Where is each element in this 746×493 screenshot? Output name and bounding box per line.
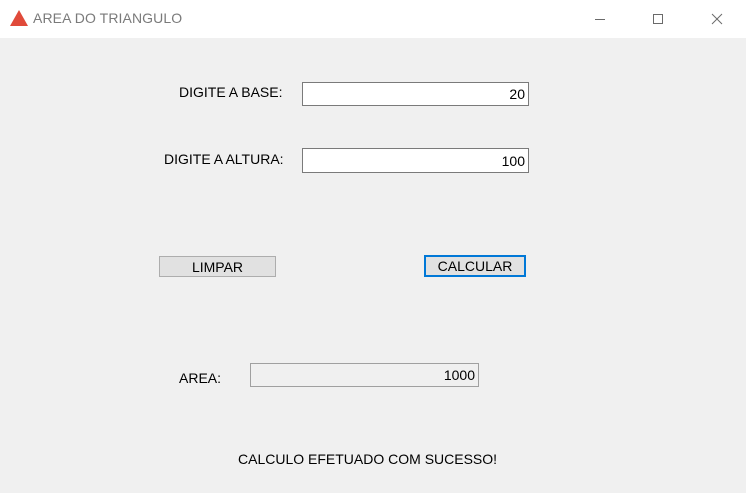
- maximize-icon: [653, 14, 663, 24]
- height-input[interactable]: [302, 148, 529, 173]
- maximize-button[interactable]: [635, 0, 681, 38]
- height-label: DIGITE A ALTURA:: [164, 151, 284, 167]
- form-client-area: DIGITE A BASE: DIGITE A ALTURA: LIMPAR C…: [0, 38, 746, 493]
- close-button[interactable]: [694, 0, 740, 38]
- close-icon: [711, 13, 723, 25]
- red-triangle-icon: [10, 10, 28, 26]
- title-bar[interactable]: AREA DO TRIANGULO: [0, 0, 746, 38]
- base-input[interactable]: [302, 82, 529, 106]
- minimize-button[interactable]: [577, 0, 623, 38]
- area-output[interactable]: [250, 363, 479, 387]
- window-title: AREA DO TRIANGULO: [33, 10, 183, 26]
- status-message: CALCULO EFETUADO COM SUCESSO!: [238, 451, 498, 467]
- area-label: AREA:: [179, 370, 222, 386]
- base-label: DIGITE A BASE:: [179, 84, 283, 100]
- clear-button[interactable]: LIMPAR: [159, 256, 276, 277]
- minimize-icon: [595, 19, 605, 20]
- calculate-button[interactable]: CALCULAR: [424, 255, 526, 277]
